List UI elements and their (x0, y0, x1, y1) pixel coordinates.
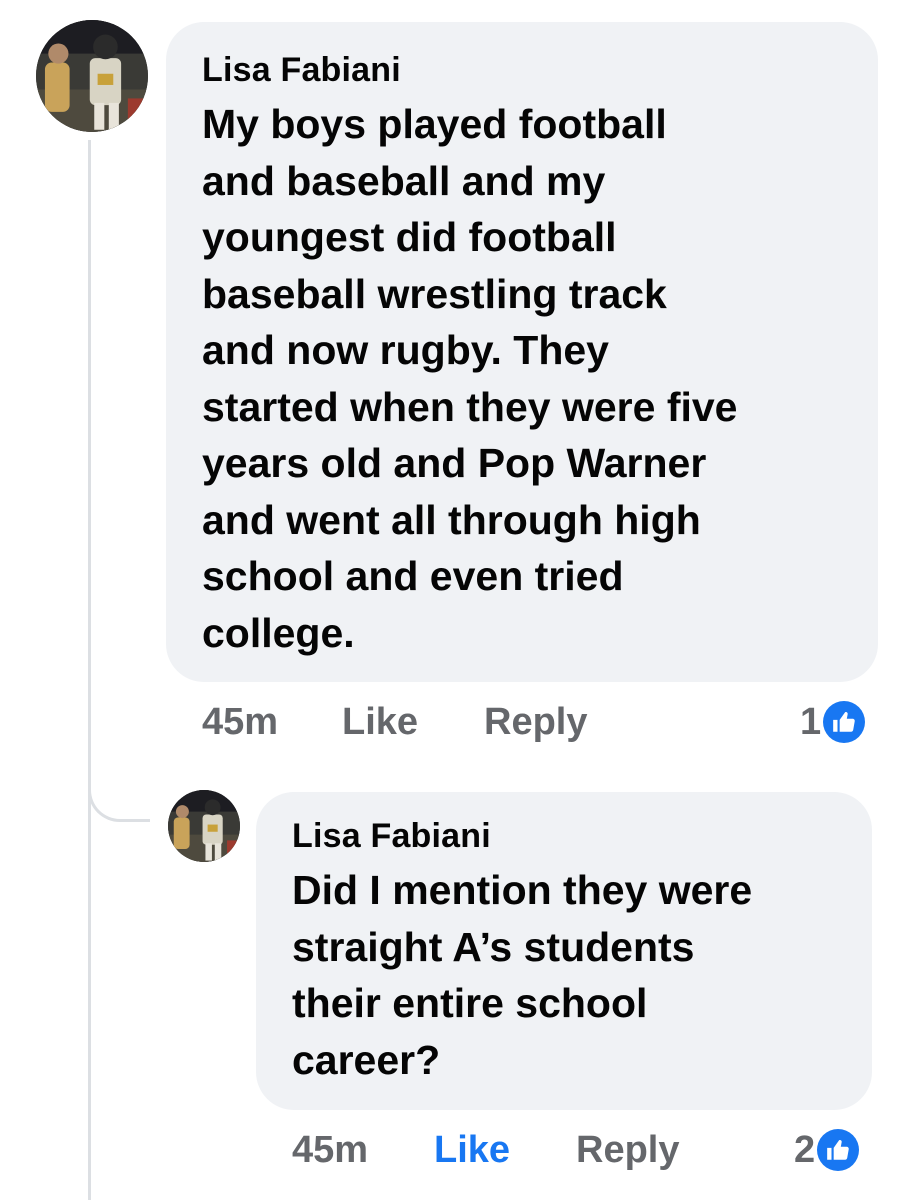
reply-author-name[interactable]: Lisa Fabiani (292, 814, 836, 858)
reply-avatar[interactable] (168, 790, 240, 862)
profile-photo-icon (168, 790, 240, 862)
thumbs-up-icon (823, 701, 866, 743)
thread-connector-line (88, 140, 91, 1200)
profile-photo-icon (36, 20, 148, 132)
comment-thread: Lisa Fabiani My boys played football and… (0, 0, 912, 1200)
comment-actions: 45m Like Reply (0, 700, 912, 744)
thumbs-up-icon (817, 1129, 860, 1171)
reply-timestamp[interactable]: 45m (292, 1128, 368, 1172)
reply-connector-curve (88, 770, 150, 822)
comment-text: My boys played football and baseball and… (202, 101, 738, 656)
reaction-count-number: 1 (800, 701, 822, 743)
reply-text: Did I mention they were straight A’s stu… (292, 867, 753, 1083)
reply-reply-button[interactable]: Reply (576, 1128, 679, 1172)
comment-timestamp[interactable]: 45m (202, 700, 278, 744)
avatar[interactable] (36, 20, 148, 132)
reply-reaction-count[interactable]: 2 (794, 1128, 860, 1172)
reply-bubble: Lisa Fabiani Did I mention they were str… (256, 792, 872, 1110)
comment-bubble: Lisa Fabiani My boys played football and… (166, 22, 878, 682)
reply-like-button[interactable]: Like (434, 1128, 510, 1172)
reply-button[interactable]: Reply (484, 700, 587, 744)
reply-actions: 45m Like Reply (0, 1128, 912, 1172)
reaction-count[interactable]: 1 (800, 700, 866, 744)
comment-author-name[interactable]: Lisa Fabiani (202, 48, 842, 92)
like-button[interactable]: Like (342, 700, 418, 744)
reaction-count-number: 2 (794, 1129, 816, 1171)
